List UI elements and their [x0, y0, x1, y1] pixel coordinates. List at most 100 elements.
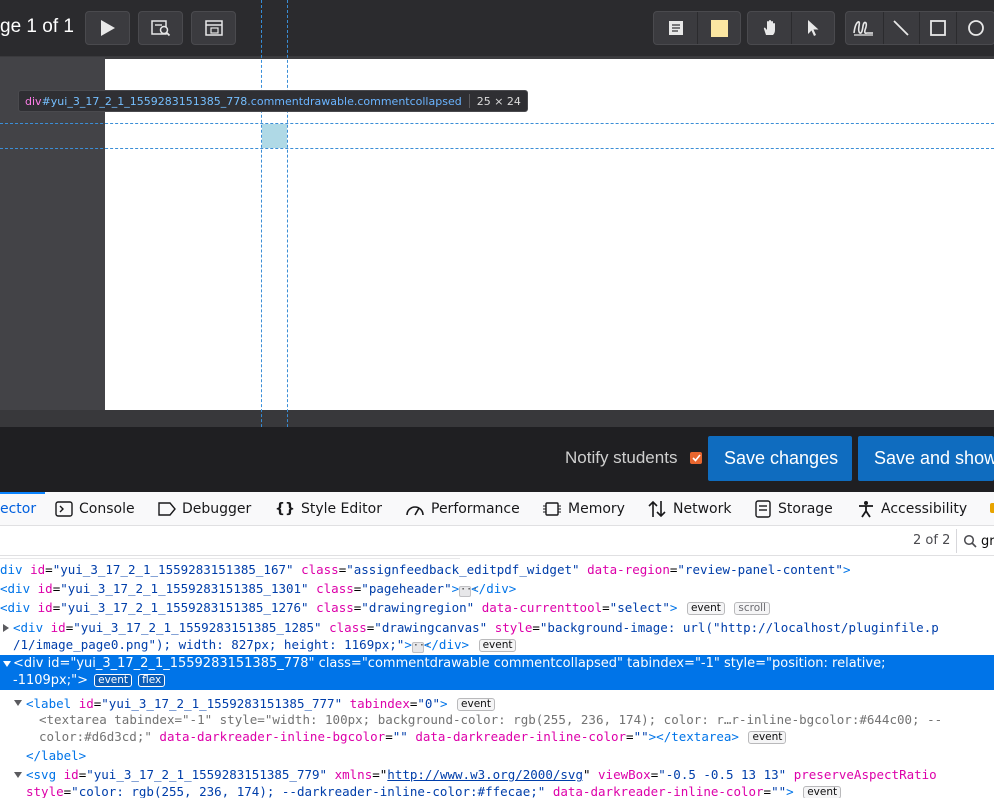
save-and-show-next-button[interactable]: Save and show [858, 436, 994, 481]
markup-row-label[interactable]: <label id="yui_3_17_2_1_1559283151385_77… [26, 695, 495, 712]
checkmark-icon [691, 454, 701, 462]
yellow-color-swatch [710, 19, 728, 37]
markup-row-svg[interactable]: <svg id="yui_3_17_2_1_1559283151385_779"… [26, 766, 937, 783]
attr-value: /1/image_page0.png"); width: 827px; heig… [13, 637, 405, 652]
markup-row-drawingcanvas-cont[interactable]: /1/image_page0.png"); width: 827px; heig… [13, 636, 517, 653]
markup-row-textarea[interactable]: <textarea tabindex="-1" style="width: 10… [39, 711, 942, 728]
attr-name: tabindex [349, 696, 410, 711]
comment-icon [668, 21, 683, 35]
highlight-guide-right [287, 0, 288, 492]
tab-label: Console [79, 500, 135, 517]
expand-arrow-icon[interactable] [3, 624, 9, 632]
markup-row-svg-cont[interactable]: style="color: rgb(255, 236, 174); --dark… [26, 783, 842, 798]
collapsed-children-button[interactable]: ··· [411, 641, 431, 653]
expand-comments-button[interactable] [191, 11, 236, 45]
tag-name: <div [0, 600, 31, 615]
highlighted-comment-element[interactable] [262, 124, 287, 148]
attr-value: "assignfeedback_editpdf_widget" [346, 562, 580, 577]
attr-name: style [26, 784, 64, 798]
attr-name: data-darkreader-inline-color [552, 784, 764, 798]
highlight-guide-top [0, 123, 994, 124]
tag-end: ></textarea> [648, 729, 739, 744]
storage-icon [755, 499, 771, 518]
markup-row-label-close[interactable]: </label> [26, 747, 86, 764]
tab-label: Performance [431, 500, 520, 517]
attr-value: "pageheader" [361, 581, 452, 596]
markup-row-drawingcanvas[interactable]: <div id="yui_3_17_2_1_1559283151385_1285… [13, 619, 939, 636]
select-tool-button[interactable] [791, 12, 834, 44]
selected-row-text: <div id="yui_3_17_2_1_1559283151385_778"… [13, 656, 886, 671]
tooltip-dimensions: 25 × 24 [476, 94, 521, 108]
flex-badge[interactable]: flex [138, 674, 166, 687]
collapse-arrow-icon[interactable] [14, 772, 22, 778]
attr-name: tabindex [114, 712, 175, 727]
tab-inspector[interactable]: ector [0, 492, 36, 525]
attr-value: "-0.5 -0.5 13 13" [658, 767, 787, 782]
search-comments-button[interactable] [138, 11, 183, 45]
oval-tool-button[interactable] [955, 12, 994, 44]
tab-storage[interactable]: Storage [754, 492, 833, 525]
drawing-region[interactable] [0, 57, 994, 427]
tab-style-editor[interactable]: {} Style Editor [275, 492, 382, 525]
attr-value: "drawingregion" [361, 600, 475, 615]
attr-value: "yui_3_17_2_1_1559283151385_1276" [60, 600, 309, 615]
notify-students-checkbox[interactable] [690, 452, 702, 464]
devtools-search-row: 2 of 2 gr [0, 526, 994, 556]
event-badge[interactable]: event [686, 602, 725, 615]
event-badge[interactable]: event [457, 698, 495, 711]
event-badge[interactable]: event [478, 639, 517, 652]
console-icon [55, 500, 73, 517]
pen-tool-button[interactable] [846, 12, 883, 44]
tag-close: > [842, 562, 851, 577]
tab-memory[interactable]: Memory [542, 492, 625, 525]
tab-label: Storage [778, 500, 833, 517]
collapsed-children-button[interactable]: ··· [459, 585, 478, 597]
attr-value: "yui_3_17_2_1_1559283151385_779" [86, 767, 328, 782]
hand-pan-icon [763, 20, 775, 35]
tab-debugger[interactable]: Debugger [158, 492, 251, 525]
markup-row-drawingregion[interactable]: <div id="yui_3_17_2_1_1559283151385_1276… [0, 599, 770, 616]
tab-label: Style Editor [300, 500, 382, 517]
rectangle-tool-button[interactable] [919, 12, 956, 44]
xmlns-link[interactable]: http://www.w3.org/2000/svg [387, 767, 583, 782]
tab-console[interactable]: Console [55, 492, 135, 525]
markup-row-selected[interactable]: <div id="yui_3_17_2_1_1559283151385_778"… [0, 655, 994, 690]
markup-row-textarea-cont[interactable]: color:#d6d3cd;" data-darkreader-inline-b… [39, 728, 787, 745]
tag-name: div [0, 562, 23, 577]
comment-tool-button[interactable] [654, 12, 697, 44]
attr-value: "width: 100px; background-color: rgb(255… [264, 712, 943, 727]
scroll-badge[interactable]: scroll [734, 602, 770, 615]
drawing-tool-group [845, 11, 994, 45]
comment-color-button[interactable] [697, 12, 740, 44]
tab-label: Debugger [182, 500, 252, 517]
attr-value: "" [771, 784, 787, 798]
pan-tool-button[interactable] [748, 12, 791, 44]
tab-accessibility[interactable]: Accessibility [857, 492, 967, 525]
tab-network[interactable]: Network [647, 492, 731, 525]
performance-icon [406, 505, 424, 515]
search-input[interactable]: gr [956, 529, 994, 553]
next-page-button[interactable] [85, 11, 130, 45]
overflow-tab-edge[interactable] [990, 503, 994, 513]
line-tool-button[interactable] [882, 12, 920, 44]
search-input-value: gr [981, 533, 994, 549]
selected-row-cont: -1109px;"> event flex [13, 672, 166, 689]
markup-row-pageheader[interactable]: <div id="yui_3_17_2_1_1559283151385_1301… [0, 580, 516, 597]
highlight-guide-bottom [0, 148, 994, 149]
event-badge[interactable]: event [748, 731, 787, 744]
tag-name: <textarea [39, 712, 107, 727]
attr-name: preserveAspectRatio [793, 767, 937, 782]
collapse-arrow-icon[interactable] [3, 661, 11, 667]
attr-value: "-1" [182, 712, 213, 727]
event-badge[interactable]: event [803, 786, 842, 798]
event-badge[interactable]: event [94, 674, 133, 687]
pointer-icon [808, 20, 819, 36]
attr-name: class [329, 620, 367, 635]
collapse-arrow-icon[interactable] [14, 700, 22, 706]
markup-row-widget[interactable]: div id="yui_3_17_2_1_1559283151385_167" … [0, 561, 851, 578]
rectangle-icon [930, 20, 946, 36]
style-editor-icon: {} [275, 500, 295, 517]
tab-label: Network [673, 500, 732, 517]
save-changes-button[interactable]: Save changes [708, 436, 852, 481]
tab-performance[interactable]: Performance [405, 492, 520, 525]
